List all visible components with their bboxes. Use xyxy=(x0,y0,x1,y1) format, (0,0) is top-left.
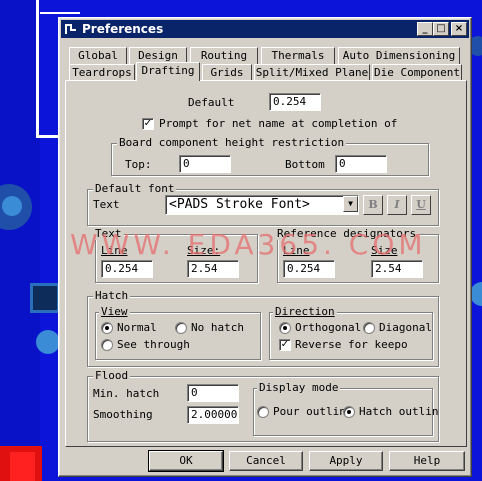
tab-die-component[interactable]: Die Component xyxy=(372,64,462,81)
tab-global[interactable]: Global xyxy=(69,47,127,64)
preferences-dialog: Preferences _ □ × Global Design Routing … xyxy=(58,17,472,477)
cancel-button[interactable]: Cancel xyxy=(229,451,303,471)
bottom-input[interactable]: 0 xyxy=(335,155,387,173)
refdes-line-input[interactable]: 0.254 xyxy=(283,260,335,278)
text-size-input[interactable]: 2.54 xyxy=(187,260,239,278)
via-pad xyxy=(2,196,22,216)
trace xyxy=(0,0,40,481)
ok-button[interactable]: OK xyxy=(148,450,224,472)
underline-button[interactable]: U xyxy=(411,195,431,215)
apply-button[interactable]: Apply xyxy=(309,451,383,471)
bold-button[interactable]: B xyxy=(363,195,383,215)
view-see-through-radio[interactable] xyxy=(101,339,113,351)
help-button[interactable]: Help xyxy=(389,451,465,471)
pad xyxy=(10,452,35,481)
tab-drafting[interactable]: Drafting xyxy=(136,62,200,81)
reverse-keepout-checkbox[interactable]: ✓ xyxy=(279,339,291,351)
tab-auto-dimensioning[interactable]: Auto Dimensioning xyxy=(338,47,460,64)
text-line-input[interactable]: 0.254 xyxy=(101,260,153,278)
direction-group xyxy=(269,312,433,360)
tab-split-mixed-plane[interactable]: Split/Mixed Plane xyxy=(254,64,370,81)
tab-teardrops[interactable]: Teardrops xyxy=(69,64,135,81)
board-outline xyxy=(36,135,58,138)
direction-diagonal-radio[interactable] xyxy=(363,322,375,334)
default-font-title: Default font xyxy=(93,182,177,195)
text-size-label: Size: xyxy=(187,244,221,257)
refdes-size-label: Size xyxy=(371,244,398,257)
flood-title: Flood xyxy=(93,369,131,382)
view-no-hatch-label: No hatch xyxy=(191,321,244,334)
tab-grids[interactable]: Grids xyxy=(202,64,252,81)
direction-diagonal-label: Diagonal xyxy=(379,321,432,334)
prompt-net-name-label: Prompt for net name at completion of xyxy=(159,117,398,130)
pour-outline-label: Pour outlin xyxy=(273,405,346,418)
reverse-keepout-label: Reverse for keepo xyxy=(295,338,408,351)
chevron-down-icon[interactable]: ▼ xyxy=(343,196,358,212)
smoothing-input[interactable]: 2.000000 xyxy=(187,406,239,424)
maximize-button[interactable]: □ xyxy=(433,22,449,36)
hatch-title: Hatch xyxy=(93,289,131,302)
title-bar[interactable]: Preferences _ □ × xyxy=(61,20,469,38)
top-input[interactable]: 0 xyxy=(179,155,231,173)
view-no-hatch-radio[interactable] xyxy=(175,322,187,334)
view-group xyxy=(95,312,261,360)
smoothing-label: Smoothing xyxy=(93,408,153,421)
height-restriction-title: Board component height restriction xyxy=(117,136,347,149)
hatch-outline-label: Hatch outlin xyxy=(359,405,439,418)
italic-button[interactable]: I xyxy=(387,195,407,215)
refdes-size-input[interactable]: 2.54 xyxy=(371,260,423,278)
min-hatch-label: Min. hatch xyxy=(93,387,160,400)
direction-orthogonal-radio[interactable] xyxy=(279,322,291,334)
prompt-net-name-checkbox[interactable]: ✓ xyxy=(142,118,154,130)
tab-thermals[interactable]: Thermals xyxy=(261,47,335,64)
hatch-outline-radio[interactable] xyxy=(343,406,355,418)
view-title: View xyxy=(99,305,130,318)
view-see-through-label: See through xyxy=(117,338,190,351)
view-normal-radio[interactable] xyxy=(101,322,113,334)
board-outline xyxy=(40,12,80,14)
top-label: Top: xyxy=(125,158,152,171)
window-title: Preferences xyxy=(82,22,164,36)
minimize-button[interactable]: _ xyxy=(417,22,433,36)
board-outline xyxy=(36,0,39,138)
pour-outline-radio[interactable] xyxy=(257,406,269,418)
refdes-line-label: Line xyxy=(283,244,310,257)
default-input[interactable]: 0.254 xyxy=(269,93,321,111)
text-line-label: Line xyxy=(101,244,128,257)
view-normal-label: Normal xyxy=(117,321,157,334)
bottom-label: Bottom xyxy=(285,158,325,171)
min-hatch-input[interactable]: 0 xyxy=(187,384,239,402)
tab-routing[interactable]: Routing xyxy=(190,47,258,64)
close-button[interactable]: × xyxy=(451,22,467,36)
direction-title: Direction xyxy=(273,305,337,318)
refdes-group-title: Reference designators xyxy=(275,227,419,240)
pad xyxy=(30,283,60,313)
font-text-label: Text xyxy=(93,198,120,211)
display-mode-title: Display mode xyxy=(257,381,341,394)
direction-orthogonal-label: Orthogonal xyxy=(295,321,362,334)
via-pad xyxy=(36,330,60,354)
text-group-title: Text xyxy=(93,227,124,240)
font-select[interactable]: <PADS Stroke Font> ▼ xyxy=(165,195,359,215)
default-label: Default xyxy=(188,96,235,109)
font-select-value: <PADS Stroke Font> xyxy=(169,197,310,212)
app-icon xyxy=(64,22,78,36)
